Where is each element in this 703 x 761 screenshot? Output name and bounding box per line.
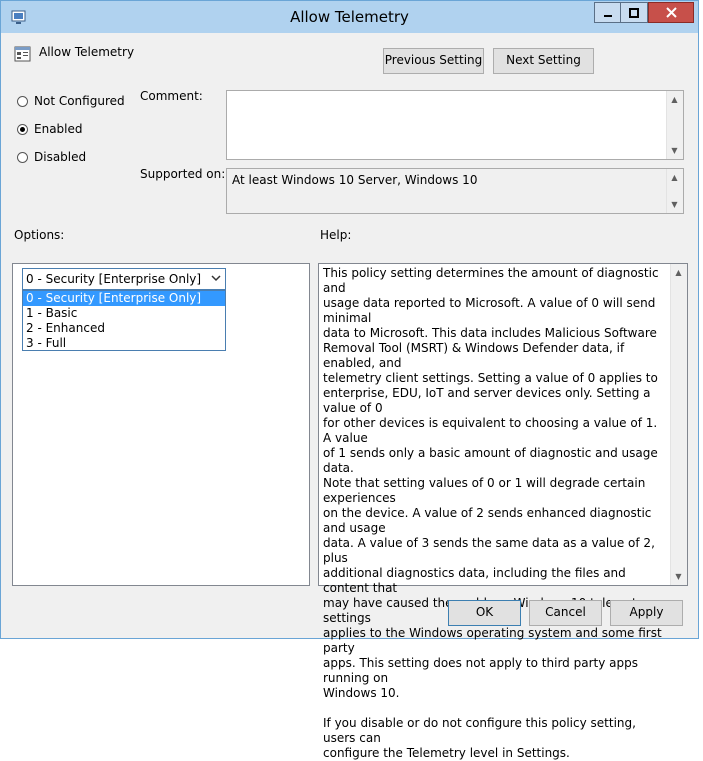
options-panel: 0 - Security [Enterprise Only] 0 - Secur… xyxy=(12,263,310,586)
previous-setting-button[interactable]: Previous Setting xyxy=(383,48,484,74)
dropdown-option[interactable]: 0 - Security [Enterprise Only] xyxy=(23,291,225,306)
supported-on-label: Supported on: xyxy=(140,167,226,181)
scroll-up-icon[interactable]: ▲ xyxy=(670,95,679,104)
minimize-icon xyxy=(603,14,612,17)
telemetry-level-dropdown[interactable]: 0 - Security [Enterprise Only] 1 - Basic… xyxy=(22,290,226,351)
dropdown-option[interactable]: 1 - Basic xyxy=(23,306,225,321)
help-panel: This policy setting determines the amoun… xyxy=(318,263,688,760)
policy-name: Allow Telemetry xyxy=(39,45,135,59)
close-button[interactable] xyxy=(648,2,694,23)
supported-on-value: At least Windows 10 Server, Windows 10 xyxy=(232,173,478,187)
radio-circle[interactable] xyxy=(17,95,28,107)
supported-scrollbar[interactable]: ▲ ▼ xyxy=(666,169,683,213)
apply-button[interactable]: Apply xyxy=(610,600,683,626)
scroll-down-icon[interactable]: ▼ xyxy=(670,146,679,155)
close-icon xyxy=(665,7,677,18)
radio-not-configured[interactable]: Not Configured xyxy=(17,94,125,108)
chevron-down-icon[interactable] xyxy=(211,273,221,283)
scroll-down-icon[interactable]: ▼ xyxy=(670,200,679,209)
help-label: Help: xyxy=(320,228,352,242)
radio-label-not-configured: Not Configured xyxy=(34,94,125,108)
title-bar[interactable]: Allow Telemetry xyxy=(1,1,698,33)
comment-label: Comment: xyxy=(140,89,203,103)
policy-setting-icon xyxy=(14,46,31,62)
scroll-up-icon[interactable]: ▲ xyxy=(674,268,683,277)
telemetry-level-select[interactable]: 0 - Security [Enterprise Only] xyxy=(22,268,226,290)
radio-circle[interactable] xyxy=(17,151,28,163)
minimize-button[interactable] xyxy=(594,2,621,23)
radio-disabled[interactable]: Disabled xyxy=(17,150,86,164)
next-setting-button[interactable]: Next Setting xyxy=(493,48,594,74)
radio-label-disabled: Disabled xyxy=(34,150,87,164)
help-text: This policy setting determines the amoun… xyxy=(323,266,662,760)
options-label: Options: xyxy=(14,228,65,242)
radio-circle-selected[interactable] xyxy=(17,123,28,135)
help-scrollbar[interactable]: ▲ ▼ xyxy=(670,264,687,585)
dropdown-option[interactable]: 2 - Enhanced xyxy=(23,321,225,336)
maximize-button[interactable] xyxy=(620,2,648,23)
radio-label-enabled: Enabled xyxy=(34,122,83,136)
scroll-up-icon[interactable]: ▲ xyxy=(670,173,679,182)
policy-dialog-window: Allow Telemetry Allow Telemetry Previous… xyxy=(0,0,699,760)
scroll-down-icon[interactable]: ▼ xyxy=(674,572,683,581)
comment-textarea[interactable]: ▲ ▼ xyxy=(226,90,684,160)
maximize-icon xyxy=(629,7,639,18)
cancel-button[interactable]: Cancel xyxy=(529,600,602,626)
dropdown-option[interactable]: 3 - Full xyxy=(23,336,225,351)
supported-on-field: At least Windows 10 Server, Windows 10 ▲… xyxy=(226,168,684,214)
radio-enabled[interactable]: Enabled xyxy=(17,122,83,136)
ok-button[interactable]: OK xyxy=(448,600,521,626)
select-value: 0 - Security [Enterprise Only] xyxy=(26,272,202,286)
comment-scrollbar[interactable]: ▲ ▼ xyxy=(666,91,683,159)
